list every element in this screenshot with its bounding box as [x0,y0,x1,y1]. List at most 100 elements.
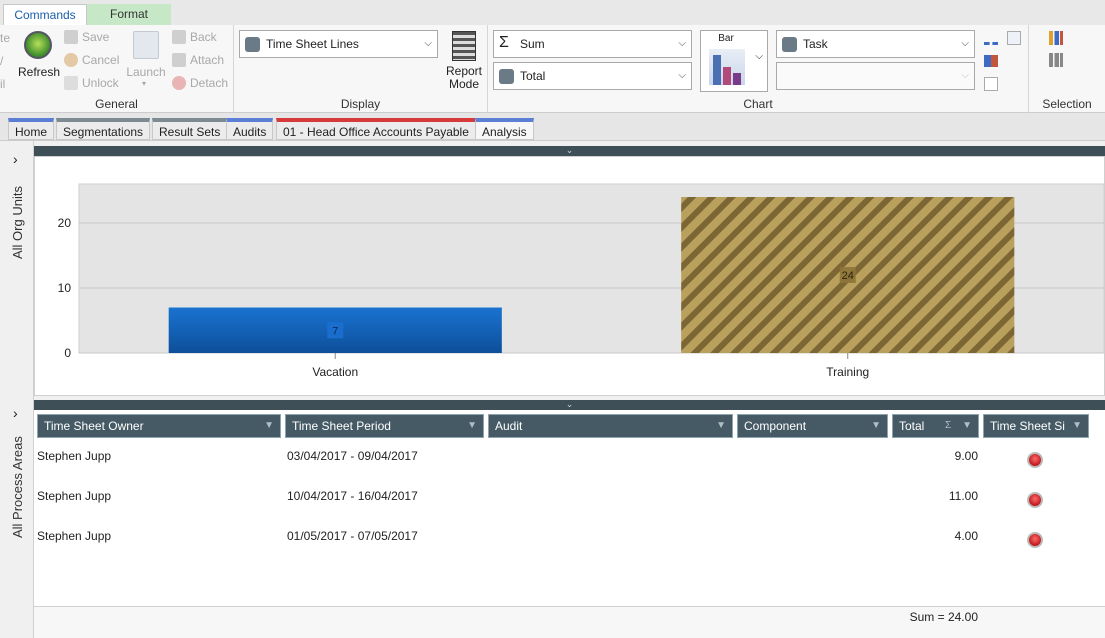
doc-tab-segmentations[interactable]: Segmentations [56,118,151,140]
left-rail: › All Org Units › All Process Areas [0,141,34,638]
doc-tab-audits[interactable]: Audits [226,118,274,140]
filter-icon[interactable]: ▼ [962,415,972,437]
chevron-down-icon: ⌵ [424,38,432,49]
attach-button[interactable]: Attach [172,51,224,69]
category-field-select-value: Task [803,37,828,51]
signature-status-icon[interactable] [1027,452,1043,468]
column-header-owner-label: Time Sheet Owner [44,419,144,433]
period-cell: 01/05/2017 - 07/05/2017 [287,529,418,543]
column-header-total[interactable]: Total Σ ▼ [892,414,979,438]
y-tick-label: 0 [64,346,71,360]
filter-icon[interactable]: ▼ [264,415,274,437]
grid-splitter[interactable]: ⌄ [34,400,1105,410]
collapse-icon: ⌄ [565,145,574,155]
secondary-field-select[interactable]: ⌵ [776,62,975,90]
view-icon [245,37,260,52]
refresh-label: Refresh [18,65,61,79]
doc-tab-result-sets[interactable]: Result Sets [152,118,228,140]
sigma-icon: Σ [499,34,509,51]
filter-icon[interactable]: ▼ [1072,415,1082,437]
labels-toggle-icon[interactable] [984,55,998,67]
refresh-button[interactable]: Refresh [18,29,61,87]
view-select-value: Time Sheet Lines [266,37,359,51]
back-icon [172,30,186,44]
clear-selection-icon[interactable] [1049,53,1063,67]
expand-org-units-icon[interactable]: › [13,151,18,167]
data-label: 7 [332,325,338,337]
cancel-label: Cancel [82,53,120,67]
back-button[interactable]: Back [172,28,217,46]
data-label: 24 [842,270,854,282]
column-header-audit[interactable]: Audit ▼ [488,414,733,438]
period-cell: 10/04/2017 - 16/04/2017 [287,489,418,503]
filter-icon[interactable]: ▼ [716,415,726,437]
doc-tab-head-office[interactable]: 01 - Head Office Accounts Payable [276,118,476,140]
ribbon-tab-strip: Commands Format [0,0,1105,25]
chevron-down-icon: ⌵ [678,70,686,81]
cut-command-1[interactable]: te [0,31,10,45]
signature-status-icon[interactable] [1027,532,1043,548]
column-header-owner[interactable]: Time Sheet Owner ▼ [37,414,281,438]
unlock-icon [64,76,78,90]
chevron-down-icon: ⌵ [961,38,969,49]
owner-cell: Stephen Jupp [37,449,112,463]
detach-label: Detach [190,76,229,90]
tab-format[interactable]: Format [87,4,171,25]
aggregate-select[interactable]: Σ Sum ⌵ [493,30,692,58]
general-group: te / il Refresh Save Cancel Unlock Launc… [0,25,234,113]
expand-process-areas-icon[interactable]: › [13,405,18,421]
owner-cell: Stephen Jupp [37,489,112,503]
doc-tab-analysis[interactable]: Analysis [475,118,534,140]
select-chart-icon[interactable] [1049,31,1063,45]
total-cell: 9.00 [954,449,978,463]
filter-icon[interactable]: ▼ [467,415,477,437]
unlock-label: Unlock [82,76,119,90]
unlock-button[interactable]: Unlock [64,74,119,92]
total-cell: 11.00 [948,489,978,503]
view-select[interactable]: Time Sheet Lines ⌵ [239,30,438,58]
chart-type-select[interactable]: Bar ⌵ [700,30,768,92]
cancel-button[interactable]: Cancel [64,51,119,69]
cancel-icon [64,53,78,67]
org-units-label[interactable]: All Org Units [10,186,25,259]
doc-tab-home[interactable]: Home [8,118,55,140]
detach-button[interactable]: Detach [172,74,228,92]
value-field-select[interactable]: Total ⌵ [493,62,692,90]
column-header-signature[interactable]: Time Sheet Si ▼ [983,414,1089,438]
y-tick-label: 10 [58,281,72,295]
cut-command-3[interactable]: il [0,77,5,91]
legend-toggle-icon[interactable] [984,35,998,45]
launch-button[interactable]: Launch ▾ [124,29,168,89]
chart-type-label: Bar [718,33,734,44]
chart-panel: 0 10 20 7 Vacation 24 Training [34,156,1105,396]
data-grid: Time Sheet Owner ▼ Time Sheet Period ▼ Aud… [34,410,1105,638]
column-header-audit-label: Audit [495,419,523,433]
save-button[interactable]: Save [64,28,109,46]
x-tick-label: Training [826,365,869,379]
cut-command-2[interactable]: / [0,54,3,68]
save-icon [64,30,78,44]
axis-toggle-icon[interactable] [984,77,998,91]
category-field-select[interactable]: Task ⌵ [776,30,975,58]
aggregate-select-value: Sum [520,37,545,51]
column-header-period[interactable]: Time Sheet Period ▼ [285,414,484,438]
launch-dropdown-icon: ▾ [142,79,147,88]
launch-icon [133,31,159,59]
sum-summary: Sum = 24.00 [909,610,978,624]
chevron-down-icon: ⌵ [961,70,969,81]
general-group-label: General [95,97,138,111]
filter-icon[interactable]: ▼ [871,415,881,437]
column-header-component[interactable]: Component ▼ [737,414,888,438]
process-areas-label[interactable]: All Process Areas [10,436,25,538]
report-mode-button[interactable]: Report Mode [442,29,486,93]
attach-icon [172,53,186,67]
signature-status-icon[interactable] [1027,492,1043,508]
save-label: Save [82,30,110,44]
owner-cell: Stephen Jupp [37,529,112,543]
bar-chart-icon [709,49,745,85]
chart-splitter[interactable]: ⌄ [34,146,1105,156]
column-header-signature-label: Time Sheet Si [990,419,1065,433]
document-tab-strip: Home Segmentations Result Sets Audits 01… [0,113,1105,141]
tab-commands[interactable]: Commands [3,4,87,25]
gridlines-toggle-icon[interactable] [1007,31,1021,45]
